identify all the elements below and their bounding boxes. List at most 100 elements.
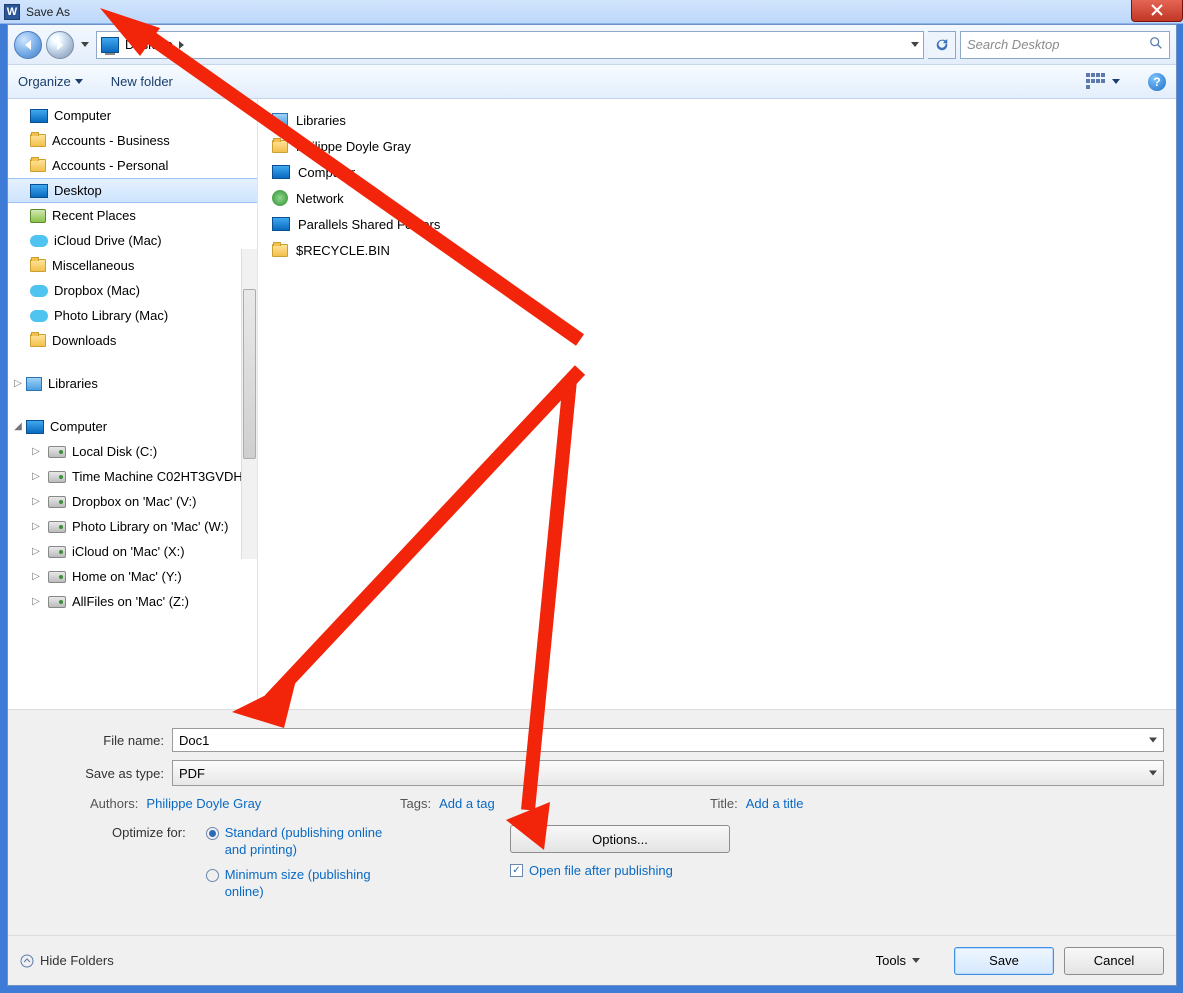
optimize-standard-label[interactable]: Standard (publishing online and printing… [225,825,405,859]
expand-icon[interactable]: ▷ [30,496,42,507]
net-icon [272,190,288,206]
drive-label: Home on 'Mac' (Y:) [72,569,182,584]
optimize-minimum-label[interactable]: Minimum size (publishing online) [225,867,405,901]
search-input[interactable]: Search Desktop [960,31,1170,59]
file-item[interactable]: Network [272,185,1162,211]
tree-drive[interactable]: ▷ AllFiles on 'Mac' (Z:) [8,589,257,614]
forward-button[interactable] [46,31,74,59]
tree-drive[interactable]: ▷ Home on 'Mac' (Y:) [8,564,257,589]
tree-item-icloud-drive-mac-[interactable]: iCloud Drive (Mac) [8,228,257,253]
expand-icon[interactable]: ▷ [30,521,42,532]
refresh-icon [935,38,949,52]
tree-item-downloads[interactable]: Downloads [8,328,257,353]
file-item[interactable]: Philippe Doyle Gray [272,133,1162,159]
filename-dropdown[interactable] [1149,738,1157,743]
tree-drive[interactable]: ▷Dropbox on 'Mac' (V:) [8,489,257,514]
tree-drive[interactable]: ▷ Local Disk (C:) [8,439,257,464]
tree-drive[interactable]: ▷ Photo Library on 'Mac' (W:) [8,514,257,539]
sidebar-scrollbar[interactable] [241,249,257,559]
expand-icon[interactable]: ▷ [30,596,42,607]
tree-item-accounts-business[interactable]: Accounts - Business [8,128,257,153]
expand-icon[interactable]: ▷ [12,378,24,389]
folder-icon [272,244,288,257]
address-bar[interactable]: Desktop [96,31,924,59]
chevron-down-icon [1149,771,1157,776]
file-item[interactable]: Libraries [272,107,1162,133]
file-list[interactable]: Libraries Philippe Doyle Gray ComputerNetw… [258,99,1176,709]
drive-icon [48,571,66,583]
save-button[interactable]: Save [954,947,1054,975]
cancel-button[interactable]: Cancel [1064,947,1164,975]
file-label: Philippe Doyle Gray [296,139,411,154]
scrollbar-thumb[interactable] [243,289,256,459]
tree-drive[interactable]: ▷Time Machine C02HT3GVDH [8,464,257,489]
tree-item-dropbox-mac-[interactable]: Dropbox (Mac) [8,278,257,303]
word-app-icon: W [4,4,20,20]
tags-value[interactable]: Add a tag [439,796,495,811]
tree-computer[interactable]: ◢ Computer [8,414,257,439]
expand-icon[interactable]: ▷ [30,446,42,457]
help-button[interactable]: ? [1148,73,1166,91]
file-item[interactable]: Computer [272,159,1162,185]
cloud-icon [30,235,48,247]
authors-value[interactable]: Philippe Doyle Gray [146,796,261,811]
drive-icon [48,446,66,458]
chevron-down-icon [912,958,920,963]
optimize-standard-radio[interactable] [206,827,219,840]
tree-item-label: Dropbox (Mac) [54,283,140,298]
view-button[interactable] [1086,73,1120,91]
expand-icon[interactable]: ▷ [30,571,42,582]
expand-icon[interactable]: ▷ [30,471,42,482]
nav-row: Desktop Search Desktop [8,25,1176,65]
open-after-checkbox[interactable]: ✓ [510,864,523,877]
open-after-label[interactable]: Open file after publishing [529,863,673,878]
file-browser: ComputerAccounts - BusinessAccounts - Pe… [8,99,1176,709]
drive-label: Photo Library on 'Mac' (W:) [72,519,228,534]
drive-label: AllFiles on 'Mac' (Z:) [72,594,189,609]
tree-item-photo-library-mac-[interactable]: Photo Library (Mac) [8,303,257,328]
tree-item-label: Recent Places [52,208,136,223]
address-dropdown[interactable] [911,42,919,47]
nav-history-dropdown[interactable] [78,31,92,59]
hide-folders-button[interactable]: Hide Folders [20,953,114,968]
organize-button[interactable]: Organize [18,74,83,89]
tree-item-accounts-personal[interactable]: Accounts - Personal [8,153,257,178]
drive-label: Local Disk (C:) [72,444,157,459]
cloud-icon [30,310,48,322]
title-value[interactable]: Add a title [746,796,804,811]
toolbar: Organize New folder ? [8,65,1176,99]
back-button[interactable] [14,31,42,59]
file-item[interactable]: Parallels Shared Folders [272,211,1162,237]
options-button-label: Options... [592,832,648,847]
type-combo[interactable]: PDF [172,760,1164,786]
tree-item-miscellaneous[interactable]: Miscellaneous [8,253,257,278]
tree-item-label: iCloud Drive (Mac) [54,233,162,248]
tools-dropdown[interactable]: Tools [876,953,920,968]
computer-icon [26,420,44,434]
filename-value: Doc1 [179,733,209,748]
close-button[interactable] [1131,0,1183,22]
collapse-icon[interactable]: ◢ [12,421,24,432]
tree-item-desktop[interactable]: Desktop [8,178,257,203]
navigation-tree[interactable]: ComputerAccounts - BusinessAccounts - Pe… [8,99,258,709]
type-label: Save as type: [20,766,172,781]
tree-item-computer[interactable]: Computer [8,103,257,128]
file-item[interactable]: $RECYCLE.BIN [272,237,1162,263]
tree-item-recent-places[interactable]: Recent Places [8,203,257,228]
help-icon-label: ? [1153,75,1160,89]
filename-input[interactable]: Doc1 [172,728,1164,752]
type-dropdown[interactable] [1149,771,1157,776]
expand-icon[interactable]: ▷ [30,546,42,557]
tree-drive[interactable]: ▷iCloud on 'Mac' (X:) [8,539,257,564]
new-folder-button[interactable]: New folder [111,74,173,89]
close-icon [1151,4,1163,16]
chevron-down-icon [75,79,83,84]
folder-icon [30,159,46,172]
optimize-minimum-radio[interactable] [206,869,219,882]
options-button[interactable]: Options... [510,825,730,853]
back-arrow-icon [22,39,34,51]
breadcrumb-arrow-icon [179,41,184,49]
refresh-button[interactable] [928,31,956,59]
lib-icon [272,113,288,127]
tree-libraries[interactable]: ▷ Libraries [8,371,257,396]
